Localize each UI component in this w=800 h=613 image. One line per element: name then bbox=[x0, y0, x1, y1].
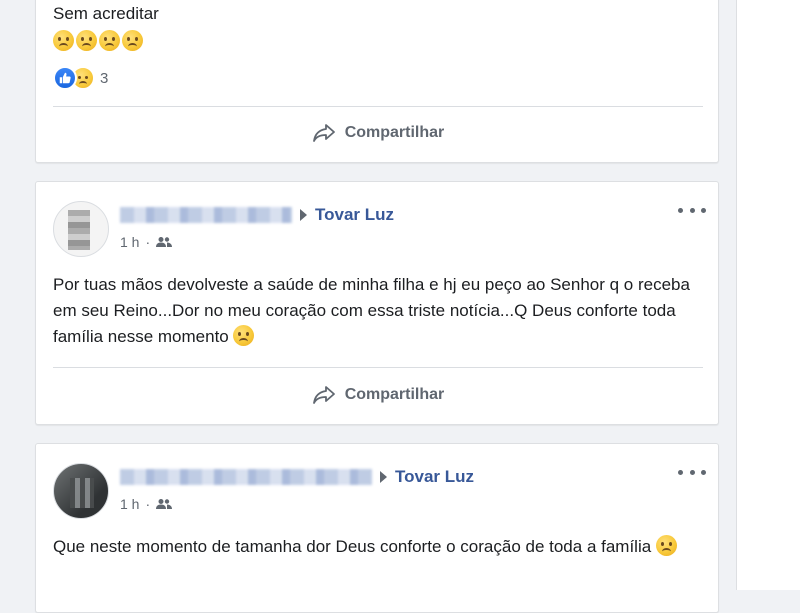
like-icon bbox=[53, 66, 77, 90]
arrow-right-icon bbox=[380, 471, 387, 483]
post-text: Por tuas mãos devolveste a saúde de minh… bbox=[53, 272, 703, 350]
post-meta: 1 h · bbox=[120, 495, 173, 513]
share-icon bbox=[312, 386, 335, 404]
avatar[interactable] bbox=[53, 201, 109, 257]
timestamp[interactable]: 1 h bbox=[120, 496, 139, 512]
post-text-content: Por tuas mãos devolveste a saúde de minh… bbox=[53, 275, 690, 346]
reaction-count[interactable]: 3 bbox=[100, 70, 108, 87]
share-label: Compartilhar bbox=[344, 124, 445, 141]
post-header: Tovar Luz bbox=[120, 466, 474, 488]
share-label: Compartilhar bbox=[344, 386, 445, 403]
author-name-blurred[interactable] bbox=[120, 469, 372, 485]
group-link[interactable]: Tovar Luz bbox=[395, 467, 474, 487]
share-icon bbox=[312, 124, 335, 142]
group-icon bbox=[156, 499, 173, 509]
emoji-line bbox=[53, 29, 703, 55]
post-card: Sem acreditar 3 Compartilhar bbox=[35, 0, 719, 163]
arrow-right-icon bbox=[300, 209, 307, 221]
more-options-button[interactable] bbox=[678, 200, 706, 220]
post-card: Tovar Luz 1 h · Que neste momento de tam… bbox=[35, 443, 719, 613]
meta-separator: · bbox=[145, 496, 151, 512]
post-text: Que neste momento de tamanha dor Deus co… bbox=[53, 534, 693, 560]
group-icon bbox=[156, 237, 173, 247]
post-text-content: Que neste momento de tamanha dor Deus co… bbox=[53, 537, 652, 556]
more-options-button[interactable] bbox=[678, 462, 706, 482]
divider bbox=[53, 367, 703, 368]
divider bbox=[53, 106, 703, 107]
post-text-content: Sem acreditar bbox=[53, 4, 159, 23]
sad-emoji-icon bbox=[99, 30, 120, 51]
reactions-summary[interactable]: 3 bbox=[53, 65, 108, 91]
post-meta: 1 h · bbox=[120, 233, 173, 251]
post-card: Tovar Luz 1 h · Por tuas mãos devolveste… bbox=[35, 181, 719, 425]
sad-emoji-icon bbox=[76, 30, 97, 51]
author-name-blurred[interactable] bbox=[120, 207, 292, 223]
share-button[interactable]: Compartilhar bbox=[53, 116, 703, 150]
share-button[interactable]: Compartilhar bbox=[53, 378, 703, 412]
post-header: Tovar Luz bbox=[120, 204, 394, 226]
sad-emoji-icon bbox=[122, 30, 143, 51]
sad-emoji-icon bbox=[233, 325, 255, 346]
right-sidebar bbox=[736, 0, 800, 590]
sad-emoji-icon bbox=[655, 535, 677, 556]
group-link[interactable]: Tovar Luz bbox=[315, 205, 394, 225]
avatar[interactable] bbox=[53, 463, 109, 519]
timestamp[interactable]: 1 h bbox=[120, 234, 139, 250]
post-text: Sem acreditar bbox=[53, 1, 703, 27]
meta-separator: · bbox=[145, 234, 151, 250]
sad-emoji-icon bbox=[53, 30, 74, 51]
